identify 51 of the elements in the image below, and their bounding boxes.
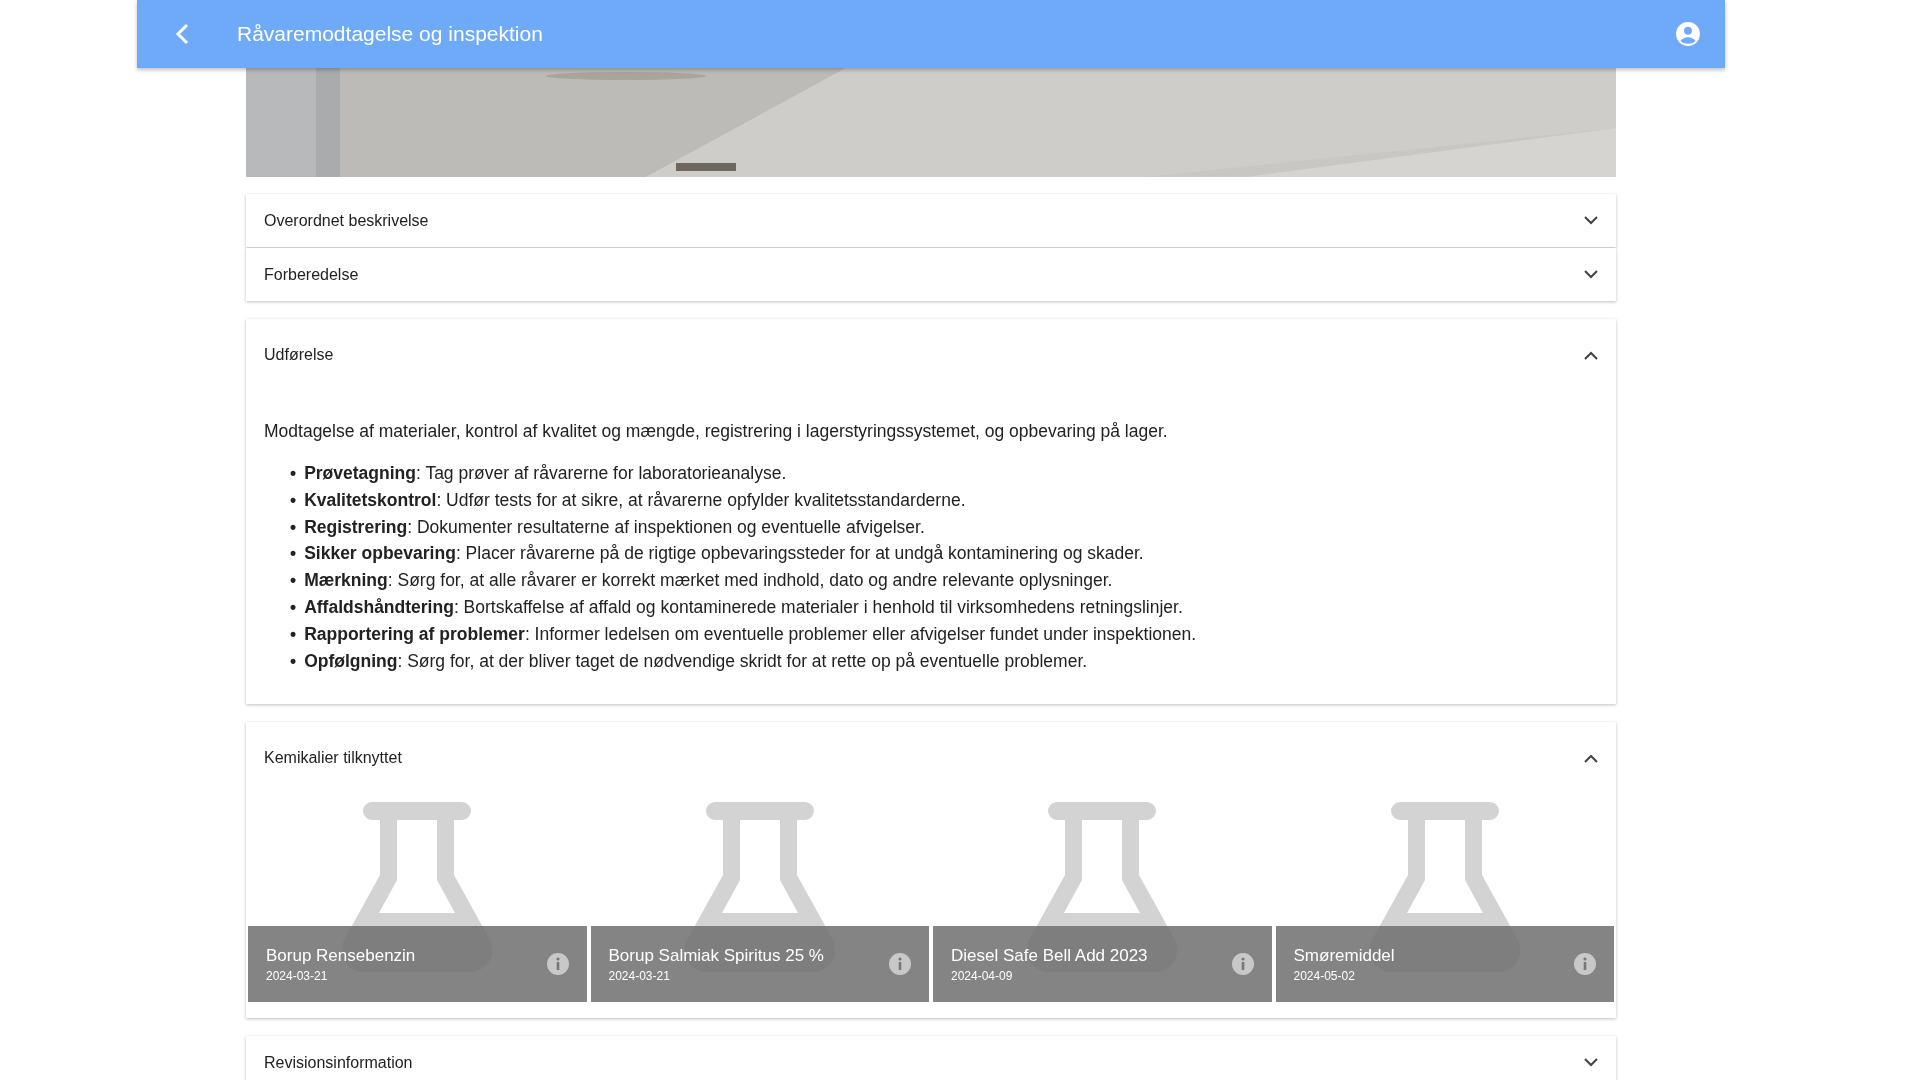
account-icon xyxy=(1675,21,1701,47)
chemical-date: 2024-03-21 xyxy=(266,968,329,983)
bullet-mark: • xyxy=(290,596,297,619)
accordion-header[interactable]: Revisionsinformation xyxy=(246,1036,1616,1080)
bullet-mark: • xyxy=(290,542,297,566)
chemical-name: Borup Rensebenzin xyxy=(266,945,417,966)
chemical-tile[interactable]: Diesel Safe Bell Add 2023 2024-04-09 xyxy=(933,926,1272,1003)
step-item: Prøvetagning: Tag prøver af råvarerne for laboratorieanalyse. xyxy=(304,462,787,485)
chemical-tile[interactable]: Smøremiddel 2024-05-02 xyxy=(1275,926,1614,1003)
accordion-header[interactable]: Forberedelse xyxy=(246,248,1616,301)
step-item: Rapportering af problemer: Informer ledelsen om eventuelle problemer eller afvigelser fundet under inspektionen. xyxy=(304,622,1197,646)
chemical-name: Borup Salmiak Spiritus 25 % xyxy=(608,945,825,966)
step-item: Kvalitetskontrol: Udfør tests for at sikre, at råvarerne opfylder kvalitetsstandarderne. xyxy=(304,488,966,512)
info-icon[interactable] xyxy=(889,953,911,976)
info-icon[interactable] xyxy=(1574,953,1596,976)
chevron-up-icon xyxy=(1584,753,1598,763)
accordion-header[interactable]: Udførelse xyxy=(246,319,1616,391)
info-icon[interactable] xyxy=(1231,953,1254,976)
chemical-date: 2024-04-09 xyxy=(951,968,1014,983)
chemical-date: 2024-05-02 xyxy=(1293,968,1356,983)
step-item: Mærkning: Sørg for, at alle råvarer er korrekt mærket med indhold, dato og andre relevante oplysninger. xyxy=(304,569,1113,593)
bullet-mark: • xyxy=(290,569,297,593)
step-item: Registrering: Dokumenter resultaterne af inspektionen og eventuelle afvigelser. xyxy=(304,515,925,539)
back-icon xyxy=(175,23,189,45)
chemical-name: Smøremiddel xyxy=(1293,945,1396,966)
section-title: Overordnet beskrivelse xyxy=(264,211,429,230)
accordion-header[interactable]: Overordnet beskrivelse xyxy=(246,194,1616,247)
info-icon[interactable] xyxy=(546,953,569,976)
chevron-up-icon xyxy=(1584,350,1598,360)
step-item: Sikker opbevaring: Placer råvarerne på de rigtige opbevaringssteder for at undgå kontaminering og skader. xyxy=(304,542,1144,566)
chevron-down-icon xyxy=(1584,270,1598,279)
section-title: Kemikalier tilknyttet xyxy=(264,749,402,768)
chemical-tile[interactable]: Borup Rensebenzin 2024-03-21 xyxy=(248,926,587,1003)
chevron-down-icon xyxy=(1584,1058,1598,1068)
page-title: Råvaremodtagelse og inspektion xyxy=(237,22,544,46)
bullet-mark: • xyxy=(290,649,297,673)
chemical-date: 2024-03-21 xyxy=(608,968,671,983)
bullet-mark: • xyxy=(290,622,297,646)
bullet-mark: • xyxy=(290,462,297,485)
bullet-mark: • xyxy=(290,488,297,512)
description-text: Modtagelse af materialer, kontrol af kvalitet og mængde, registrering i lagerstyringssystemet, og opbevaring på lager. xyxy=(264,421,1169,442)
bullet-mark: • xyxy=(290,515,297,539)
chemical-tile[interactable]: Borup Salmiak Spiritus 25 % 2024-03-21 xyxy=(590,926,929,1003)
section-title: Revisionsinformation xyxy=(264,1053,413,1072)
section-title: Forberedelse xyxy=(264,265,359,284)
step-item: Affaldshåndtering: Bortskaffelse af affald og kontaminerede materialer i henhold til virksomhedens retningslinjer. xyxy=(304,596,1183,619)
step-item: Opfølgning: Sørg for, at der bliver taget de nødvendige skridt for at rette op på eventuelle problemer. xyxy=(304,649,1088,673)
accordion-header[interactable]: Kemikalier tilknyttet xyxy=(246,722,1616,795)
chemical-name: Diesel Safe Bell Add 2023 xyxy=(951,945,1149,966)
section-title: Udførelse xyxy=(264,346,334,364)
chevron-down-icon xyxy=(1584,216,1598,225)
